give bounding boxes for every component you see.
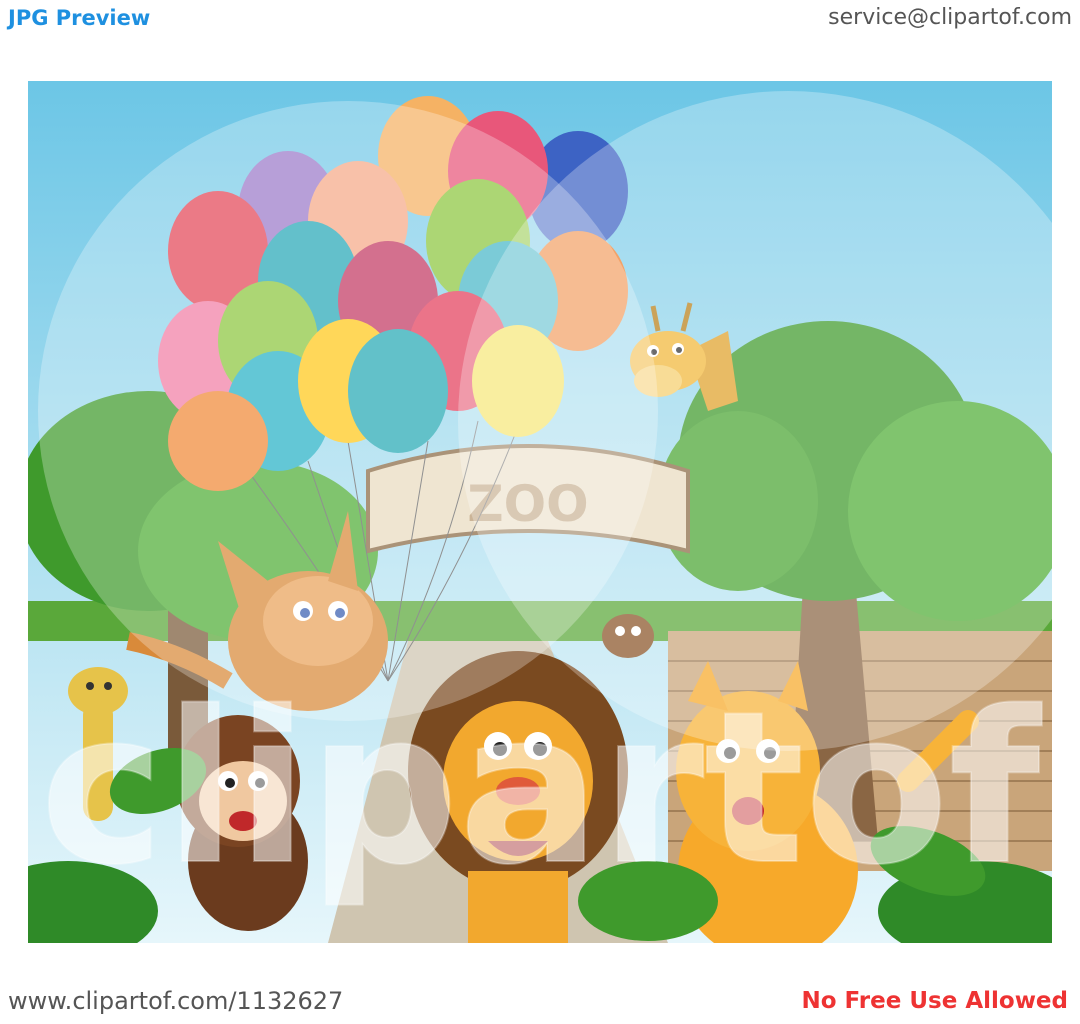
no-free-use-notice: No Free Use Allowed <box>801 988 1069 1014</box>
image-url[interactable]: www.clipartof.com/1132627 <box>8 987 343 1015</box>
jpg-preview-label: JPG Preview <box>8 6 151 30</box>
preview-page: JPG Preview service@clipartof.com ZOO cl… <box>0 0 1080 1024</box>
contact-email[interactable]: service@clipartof.com <box>828 5 1072 30</box>
zoo-illustration: ZOO clipartof <box>28 81 1052 943</box>
watermark-text: clipartof <box>40 666 1043 911</box>
